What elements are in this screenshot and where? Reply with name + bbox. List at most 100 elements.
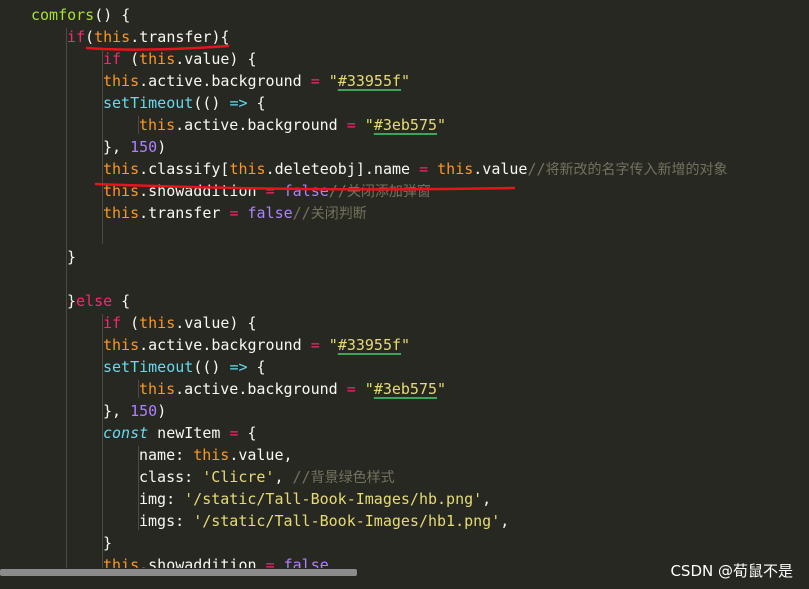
code-token: .active.background — [139, 72, 311, 90]
code-token: this — [103, 204, 140, 222]
code-token: this — [139, 50, 176, 68]
code-token: " — [328, 336, 338, 354]
code-line: }else { — [67, 290, 130, 312]
code-line: this.active.background = "#33955f" — [103, 70, 410, 92]
code-token: this — [94, 28, 131, 46]
code-token: #3eb575 — [373, 380, 438, 398]
code-token: // — [328, 182, 347, 200]
code-token: if — [67, 28, 86, 46]
code-line: if (this.value) { — [103, 48, 257, 70]
code-token: false — [283, 182, 329, 200]
code-token: comfors — [31, 6, 95, 24]
code-token: '/static/Tall-Book-Images/hb1.png' — [193, 512, 501, 530]
code-token: .active.background — [175, 116, 347, 134]
code-line: this.active.background = "#3eb575" — [139, 378, 446, 400]
code-line: this.transfer = false//关闭判断 — [103, 202, 367, 224]
code-token: 150 — [130, 402, 158, 420]
code-token: #33955f — [337, 336, 402, 354]
code-token: " — [437, 116, 447, 134]
code-token: => — [229, 358, 248, 376]
code-line: if (this.value) { — [103, 312, 257, 334]
code-token: else — [76, 292, 113, 310]
code-token: .transfer){ — [130, 28, 230, 46]
code-token: 关闭判断 — [310, 206, 367, 222]
code-area[interactable]: comfors() {if(this.transfer){if (this.va… — [31, 4, 809, 589]
code-token: .deleteobj].name — [265, 160, 420, 178]
code-line: setTimeout(() => { — [103, 356, 266, 378]
indent-guide — [66, 28, 67, 574]
code-token: = — [346, 380, 356, 398]
code-token: { — [238, 424, 257, 442]
code-token: // — [292, 204, 311, 222]
code-token: '/static/Tall-Book-Images/hb.png' — [184, 490, 483, 508]
code-token: newItem — [148, 424, 230, 442]
code-token: 背景绿色样式 — [310, 470, 395, 486]
code-line: this.classify[this.deleteobj].name = thi… — [103, 158, 728, 180]
code-token: " — [328, 72, 338, 90]
code-token: this — [103, 160, 140, 178]
code-token: .active.background — [139, 336, 311, 354]
code-line: } — [67, 246, 76, 268]
horizontal-scrollbar-thumb[interactable] — [0, 569, 357, 576]
code-token: .value) { — [175, 50, 257, 68]
code-line: img: '/static/Tall-Book-Images/hb.png', — [139, 488, 491, 510]
code-token: ) — [157, 138, 167, 156]
code-token: " — [364, 116, 374, 134]
code-token: = — [265, 182, 275, 200]
code-token: class: — [139, 468, 203, 486]
code-token: = — [310, 72, 320, 90]
code-line: const newItem = { — [103, 422, 257, 444]
code-token: = — [419, 160, 429, 178]
code-token: (() — [193, 358, 230, 376]
code-token: #3eb575 — [373, 116, 438, 134]
code-token: { — [247, 358, 266, 376]
code-token: " — [401, 72, 411, 90]
code-token: .value — [473, 160, 528, 178]
code-token: #33955f — [337, 72, 402, 90]
code-token: this — [103, 336, 140, 354]
code-editor[interactable]: comfors() {if(this.transfer){if (this.va… — [0, 0, 809, 589]
code-token: ) — [157, 402, 167, 420]
code-token: .showaddition — [139, 182, 266, 200]
code-token: setTimeout — [103, 358, 194, 376]
code-token: " — [437, 380, 447, 398]
code-token: }, — [103, 138, 131, 156]
code-token: if — [103, 50, 122, 68]
indent-guide — [138, 116, 139, 134]
code-token: const — [103, 424, 149, 442]
code-token: } — [67, 292, 77, 310]
code-line: }, 150) — [103, 400, 166, 422]
code-token: .transfer — [139, 204, 230, 222]
code-token: this — [103, 182, 140, 200]
code-token: = — [346, 116, 356, 134]
code-token: this — [139, 314, 176, 332]
code-token: " — [364, 380, 374, 398]
code-token: 关闭添加弹窗 — [346, 184, 431, 200]
code-token: 将新改的名字传入新增的对象 — [545, 162, 728, 178]
code-line: }, 150) — [103, 136, 166, 158]
code-line: setTimeout(() => { — [103, 92, 266, 114]
code-token: , — [500, 512, 510, 530]
code-token: { — [247, 94, 266, 112]
code-token: false — [247, 204, 293, 222]
code-token: { — [112, 292, 131, 310]
code-line: comfors() { — [31, 4, 130, 26]
code-token: = — [310, 336, 320, 354]
code-token: // — [527, 160, 546, 178]
code-token: img: — [139, 490, 185, 508]
csdn-watermark: CSDN @荀鼠不是 — [670, 562, 793, 580]
code-token: (() — [193, 94, 230, 112]
code-token: .value, — [229, 446, 293, 464]
code-token: ( — [121, 50, 140, 68]
code-token: } — [67, 248, 77, 266]
code-token: this — [229, 160, 266, 178]
code-token: this — [193, 446, 230, 464]
code-line: this.showaddition = false//关闭添加弹窗 — [103, 180, 431, 202]
code-token: .value) { — [175, 314, 257, 332]
code-line: } — [103, 532, 112, 554]
